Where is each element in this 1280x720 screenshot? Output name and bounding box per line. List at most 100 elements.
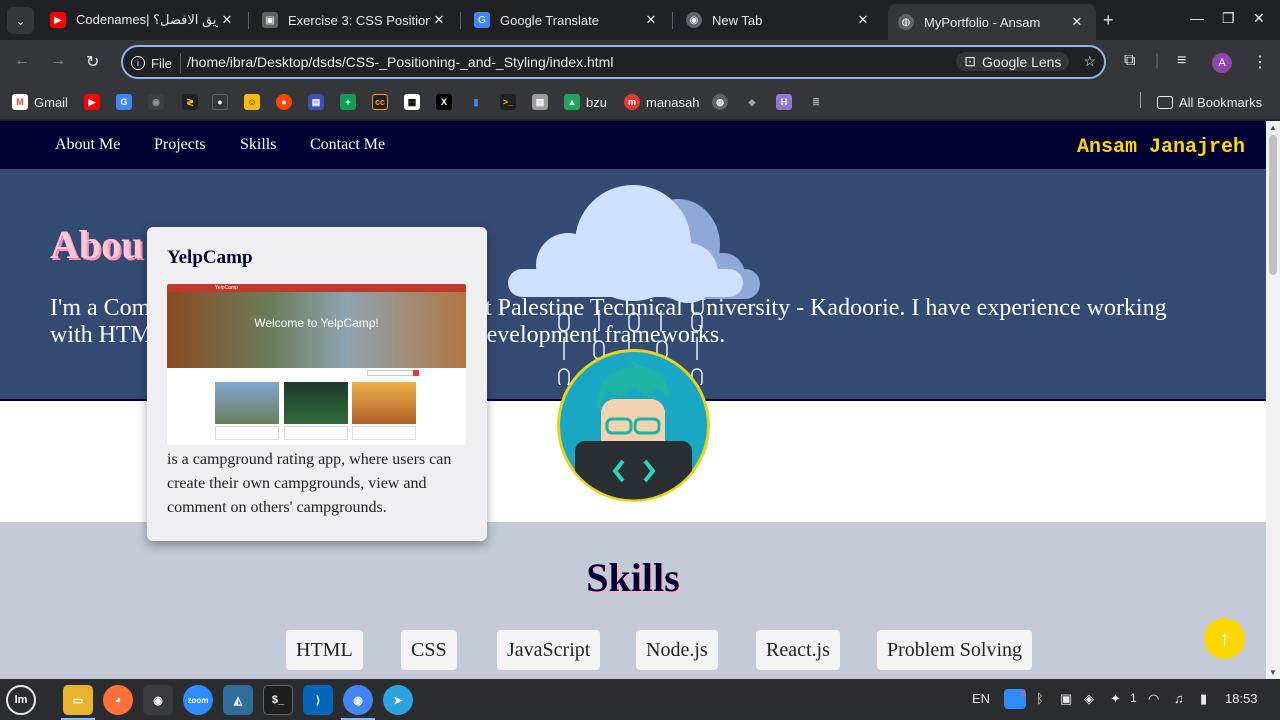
bookmark-cc[interactable]: cc: [372, 92, 394, 112]
zoom-icon[interactable]: zoom: [183, 685, 213, 715]
terminal-icon[interactable]: $_: [263, 685, 293, 715]
network-icon[interactable]: ✦: [1110, 691, 1121, 707]
page-viewport: About Me Projects Skills Contact Me Ansa…: [0, 121, 1266, 679]
bookmark-terminal[interactable]: >_: [500, 92, 522, 112]
bookmark-x[interactable]: X: [436, 92, 458, 112]
page-scrollbar[interactable]: ▲ ▼: [1266, 121, 1280, 679]
bookmark-calendar[interactable]: ▤: [308, 92, 330, 112]
shield-icon[interactable]: ◈: [1084, 691, 1094, 707]
site-info-chip[interactable]: i File: [131, 53, 181, 73]
bookmark-chart[interactable]: ▮: [468, 92, 490, 112]
site-navbar: About Me Projects Skills Contact Me Ansa…: [0, 121, 1266, 169]
translate-icon: G: [116, 94, 132, 110]
tab-new-tab[interactable]: ◉ New Tab ✕: [676, 4, 882, 36]
profile-avatar[interactable]: A: [1212, 53, 1232, 73]
google-lens-button[interactable]: ⊡ Google Lens: [956, 52, 1070, 71]
bluetooth-icon[interactable]: ᛒ: [1036, 691, 1044, 706]
bookmark-bzu[interactable]: ▲ bzu: [564, 92, 607, 112]
translate-icon: G: [474, 12, 490, 28]
mysql-icon[interactable]: ◭: [223, 685, 253, 715]
vscode-icon[interactable]: ⟩: [303, 685, 333, 715]
reload-icon[interactable]: ↻: [86, 52, 99, 72]
docs-icon: ▤: [532, 94, 548, 110]
firefox-icon[interactable]: ◕: [103, 685, 133, 715]
bookmark-qr[interactable]: ▦: [404, 92, 426, 112]
bookmark-gmail[interactable]: M Gmail: [12, 92, 68, 112]
chrome-icon: ◉: [686, 12, 702, 28]
address-bar[interactable]: i File /home/ibra/Desktop/dsds/CSS-_Posi…: [121, 45, 1106, 79]
emoji-icon: ☺: [244, 94, 260, 110]
bookmark-star-icon[interactable]: ☆: [1083, 53, 1096, 70]
classroom-icon: ▣: [262, 12, 278, 28]
close-icon[interactable]: ✕: [642, 12, 660, 28]
scroll-down-arrow-icon[interactable]: ▼: [1269, 668, 1277, 677]
music-icon[interactable]: ♫: [1174, 691, 1184, 706]
camera-icon[interactable]: ◉: [143, 685, 173, 715]
scroll-to-top-button[interactable]: ↑: [1204, 618, 1245, 659]
clock[interactable]: 18:53: [1225, 691, 1258, 706]
forward-arrow-icon[interactable]: →: [50, 52, 66, 70]
nav-link-projects[interactable]: Projects: [154, 136, 206, 154]
close-window-icon[interactable]: ✕: [1253, 10, 1265, 27]
clipboard-icon[interactable]: ▣: [1060, 691, 1072, 707]
omnibox-actions: ⊡ Google Lens ☆: [956, 52, 1096, 71]
minimize-icon[interactable]: —: [1190, 10, 1204, 26]
site-info-label: File: [151, 55, 172, 71]
bookmark-globe[interactable]: ◍: [712, 92, 734, 112]
bookmark-github[interactable]: ●: [212, 92, 234, 112]
bars-icon: ≣: [808, 94, 824, 110]
media-control-icon[interactable]: ≡: [1177, 52, 1186, 70]
tab-search-chevron-icon[interactable]: ⌄: [7, 7, 34, 34]
project-popup-card[interactable]: YelpCamp YelpCamp Welcome to YelpCamp! i…: [147, 227, 487, 541]
bookmark-eye[interactable]: ◉: [148, 92, 170, 112]
skills-heading: Skills: [586, 555, 680, 600]
tab-title: New Tab: [712, 12, 763, 28]
bookmark-sheets[interactable]: +: [340, 92, 362, 112]
scroll-up-arrow-icon[interactable]: ▲: [1269, 123, 1277, 132]
all-bookmarks[interactable]: All Bookmarks: [1157, 92, 1262, 112]
nav-link-contact-me[interactable]: Contact Me: [310, 136, 385, 154]
scrollbar-thumb[interactable]: [1269, 135, 1277, 275]
menu-dots-icon[interactable]: ⋮: [1252, 52, 1268, 72]
cc-icon: cc: [372, 94, 388, 110]
close-icon[interactable]: ✕: [430, 12, 448, 28]
tab-google-translate[interactable]: G Google Translate ✕: [464, 4, 670, 36]
bookmark-translate[interactable]: G: [116, 92, 138, 112]
close-icon[interactable]: ✕: [1068, 14, 1086, 30]
extensions-icon[interactable]: ⧉: [1124, 52, 1135, 70]
skill-badge: HTML: [286, 630, 363, 670]
tab-myportfolio[interactable]: ◍ MyPortfolio - Ansam ✕: [888, 4, 1096, 40]
files-icon[interactable]: ▭: [61, 685, 95, 720]
back-arrow-icon[interactable]: ←: [14, 52, 30, 70]
pay-icon: ≷: [182, 94, 198, 110]
battery-icon[interactable]: ▮: [1200, 691, 1207, 707]
url-text[interactable]: /home/ibra/Desktop/dsds/CSS-_Positioning…: [187, 54, 613, 70]
bookmark-label: bzu: [586, 94, 607, 110]
bookmark-h[interactable]: H: [776, 92, 798, 112]
maximize-icon[interactable]: ❐: [1222, 10, 1235, 27]
new-tab-plus-icon[interactable]: +: [1103, 10, 1114, 31]
bookmark-emoji[interactable]: ☺: [244, 92, 266, 112]
wifi-icon[interactable]: ◠: [1148, 691, 1159, 707]
bookmark-manasah[interactable]: m manasah: [624, 92, 699, 112]
tab-exercise[interactable]: ▣ Exercise 3: CSS Positioni ✕: [252, 4, 458, 36]
tab-title: Google Translate: [500, 12, 600, 28]
bookmark-youtube[interactable]: ▶: [84, 92, 106, 112]
close-icon[interactable]: ✕: [218, 12, 236, 28]
tab-codenames[interactable]: ▶ Codenames| فريق الافضل؟ ✕: [40, 4, 246, 36]
bookmark-pay[interactable]: ≷: [182, 92, 204, 112]
menu-icon[interactable]: lm: [6, 685, 36, 715]
chrome-icon[interactable]: ◉: [341, 685, 375, 720]
globe-icon: ◍: [898, 14, 914, 30]
close-icon[interactable]: ✕: [854, 12, 872, 28]
nav-link-about-me[interactable]: About Me: [55, 136, 120, 154]
bookmark-cube[interactable]: ◆: [744, 92, 766, 112]
bookmark-reddit[interactable]: ●: [276, 92, 298, 112]
notification-badge[interactable]: 4: [1004, 689, 1026, 709]
keyboard-layout[interactable]: EN: [972, 691, 990, 706]
bookmark-docs[interactable]: ▤: [532, 92, 554, 112]
nav-link-skills[interactable]: Skills: [240, 136, 276, 154]
telegram-icon[interactable]: ➤: [383, 685, 413, 715]
bookmark-bars[interactable]: ≣: [808, 92, 830, 112]
chart-icon: ▮: [468, 94, 484, 110]
